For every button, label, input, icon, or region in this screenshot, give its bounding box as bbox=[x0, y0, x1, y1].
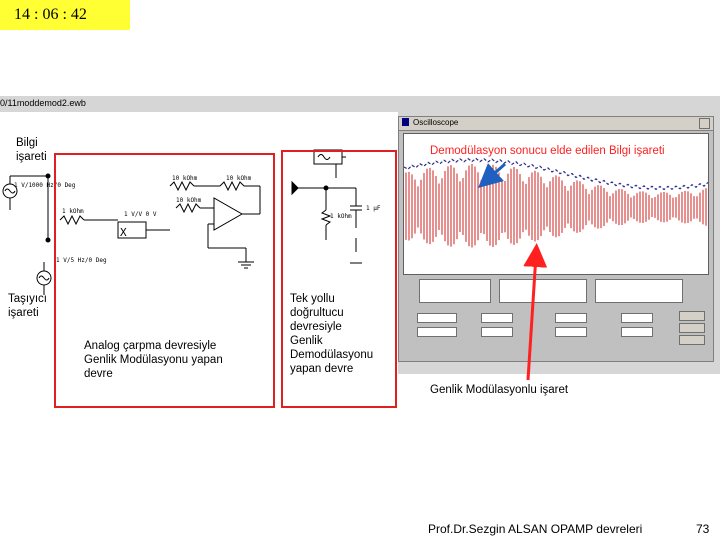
label-tasiyici: Taşıyıcı işareti bbox=[8, 293, 47, 319]
label-am-signal: Genlik Modülasyonlu işaret bbox=[430, 384, 569, 396]
footer-author: Prof.Dr.Sezgin ALSAN OPAMP devreleri bbox=[428, 522, 643, 536]
label-demod-result: Demodülasyon sonucu elde edilen Bilgi iş… bbox=[430, 145, 665, 157]
oscilloscope-titlebar: Oscilloscope bbox=[399, 117, 713, 131]
expand-icon[interactable] bbox=[699, 118, 710, 129]
readout-t2 bbox=[499, 279, 587, 303]
trigger-level-field[interactable] bbox=[481, 313, 513, 323]
clock-display: 14 : 06 : 42 bbox=[0, 0, 130, 30]
readout-t1 bbox=[419, 279, 491, 303]
reduce-button[interactable] bbox=[679, 311, 705, 321]
scope-app-icon bbox=[402, 118, 409, 126]
page-number: 73 bbox=[696, 522, 710, 536]
x-position-field[interactable] bbox=[417, 327, 457, 337]
reverse-button[interactable] bbox=[679, 323, 705, 333]
readout-t2-t1 bbox=[595, 279, 683, 303]
label-analog-am: Analog çarpma devresiyle Genlik Modülasy… bbox=[84, 340, 223, 380]
oscilloscope-title: Oscilloscope bbox=[413, 118, 459, 127]
simulator-title: 0/11moddemod2.ewb bbox=[0, 98, 86, 108]
timebase-field[interactable] bbox=[417, 313, 457, 323]
save-button[interactable] bbox=[679, 335, 705, 345]
channel-a-position-field[interactable] bbox=[555, 327, 587, 337]
trigger-edge-field[interactable] bbox=[481, 327, 513, 337]
channel-b-position-field[interactable] bbox=[621, 327, 653, 337]
channel-a-scale-field[interactable] bbox=[555, 313, 587, 323]
label-tek-yollu: Tek yollu doğrultucu devresiyle Genlik D… bbox=[290, 293, 374, 375]
channel-b-scale-field[interactable] bbox=[621, 313, 653, 323]
label-bilgi: Bilgi işareti bbox=[16, 137, 47, 163]
